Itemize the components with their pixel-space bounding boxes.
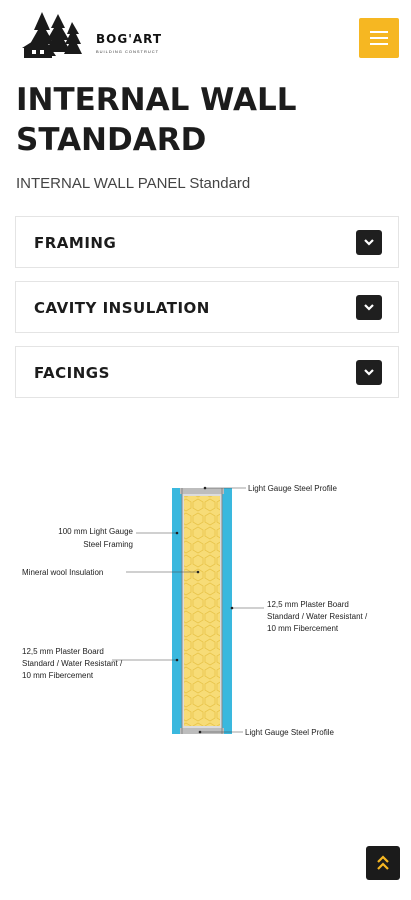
label-board-right-line3: 10 mm Fibercement [267, 624, 339, 633]
chevron-down-icon[interactable] [356, 295, 382, 320]
menu-button[interactable] [359, 18, 399, 58]
brand-tagline: BUILDING CONSTRUCT [96, 49, 160, 54]
label-board-left-line3: 10 mm Fibercement [22, 671, 94, 680]
site-header: BOG'ART BUILDING CONSTRUCT [0, 0, 411, 80]
hamburger-icon [370, 31, 388, 33]
hamburger-icon-line [370, 37, 388, 39]
accordion-framing[interactable]: FRAMING [15, 216, 399, 268]
wall-section-diagram: Light Gauge Steel Profile 100 mm Light G… [22, 484, 368, 737]
label-framing-line1: 100 mm Light Gauge [58, 527, 133, 536]
accordion-label: FRAMING [34, 234, 117, 252]
hamburger-icon-line [370, 43, 388, 45]
label-framing-line2: Steel Framing [83, 540, 133, 549]
accordion-cavity-insulation[interactable]: CAVITY INSULATION [15, 281, 399, 333]
house-forest-logo-icon [22, 12, 82, 58]
double-chevron-up-icon [377, 855, 389, 870]
label-board-left-line1: 12,5 mm Plaster Board [22, 647, 104, 656]
label-top-profile: Light Gauge Steel Profile [248, 484, 337, 493]
brand-logo[interactable]: BOG'ART BUILDING CONSTRUCT [20, 8, 170, 60]
label-bottom-profile: Light Gauge Steel Profile [245, 728, 334, 737]
brand-name: BOG'ART [96, 32, 163, 46]
label-board-right-line2: Standard / Water Resistant / [267, 612, 368, 621]
chevron-down-icon[interactable] [356, 230, 382, 255]
page-title: INTERNAL WALL STANDARD [16, 82, 297, 158]
label-board-left-line2: Standard / Water Resistant / [22, 659, 123, 668]
mineral-wool-insulation [184, 496, 220, 726]
accordion-facings[interactable]: FACINGS [15, 346, 399, 398]
accordion-label: CAVITY INSULATION [34, 299, 210, 317]
left-plaster-board [172, 488, 182, 734]
page-subtitle: INTERNAL WALL PANEL Standard [16, 175, 251, 192]
chevron-down-icon[interactable] [356, 360, 382, 385]
wall-panel [172, 488, 232, 734]
label-insulation: Mineral wool Insulation [22, 568, 103, 577]
right-plaster-board [222, 488, 232, 734]
scroll-to-top-button[interactable] [366, 846, 400, 880]
accordion-label: FACINGS [34, 364, 110, 382]
label-board-right-line1: 12,5 mm Plaster Board [267, 600, 349, 609]
